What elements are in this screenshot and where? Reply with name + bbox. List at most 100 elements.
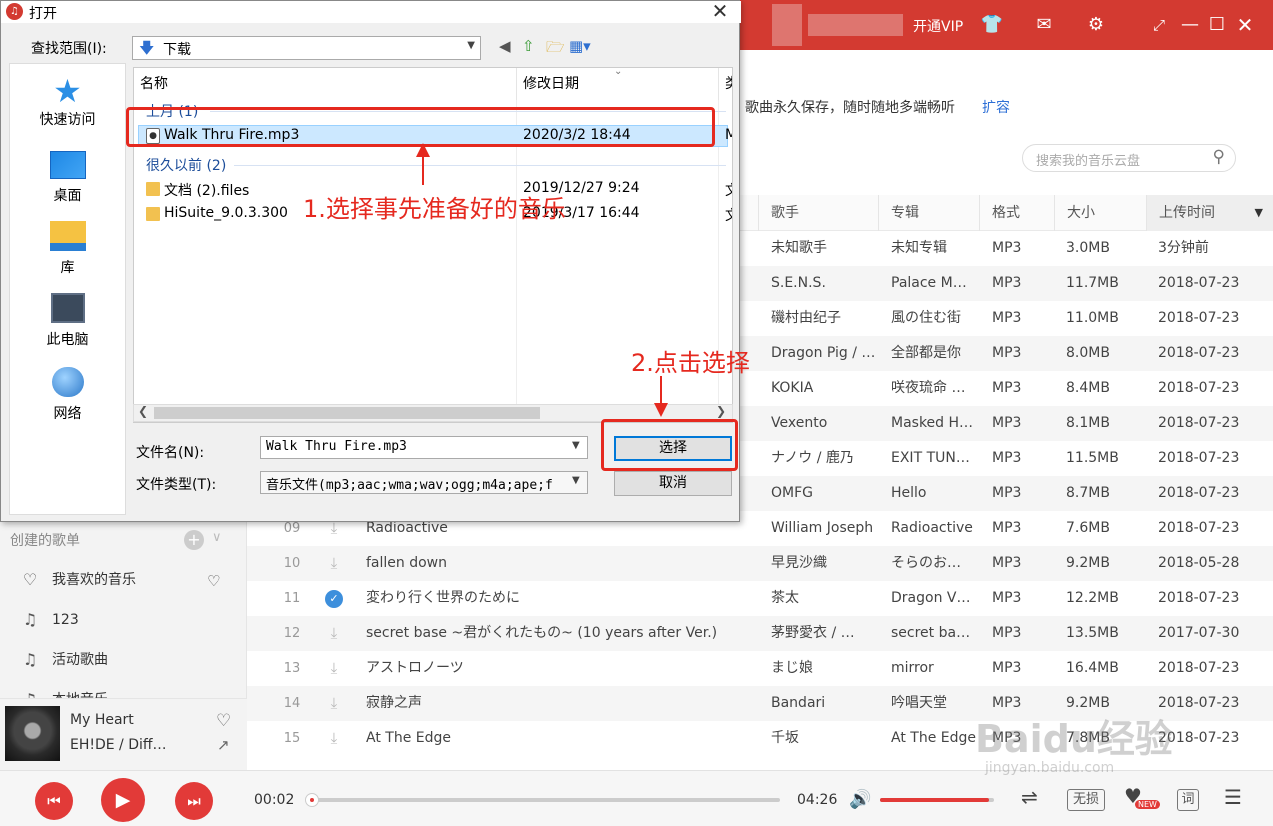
add-playlist-icon[interactable]: +: [184, 530, 204, 550]
annotation-step1: 1.选择事先准备好的音乐: [303, 195, 566, 223]
song-size: 9.2MB: [1066, 555, 1110, 571]
sidebar-item-activity-songs[interactable]: ♫ 活动歌曲: [0, 640, 247, 680]
place-this-pc[interactable]: 此电脑: [9, 293, 126, 349]
song-size: 8.7MB: [1066, 485, 1110, 501]
downloaded-check-icon[interactable]: ✓: [322, 581, 346, 616]
progress-handle[interactable]: [305, 793, 319, 807]
table-row[interactable]: 12 secret base ~君がくれたもの~ (10 years after …: [247, 616, 1273, 651]
minimize-icon[interactable]: —: [1178, 13, 1202, 37]
song-artist: Dragon Pig / …: [771, 345, 876, 361]
song-upload-time: 2018-05-28: [1158, 555, 1240, 571]
heart-mode-icon[interactable]: ♡: [207, 572, 220, 590]
song-size: 7.6MB: [1066, 520, 1110, 536]
file-type: 文: [725, 180, 732, 200]
download-icon[interactable]: ⤓: [322, 721, 346, 756]
song-title: 寂静之声: [366, 695, 422, 711]
col-type[interactable]: 类: [719, 68, 732, 100]
blurred-avatar: [772, 4, 802, 46]
song-size: 8.0MB: [1066, 345, 1110, 361]
song-album: mirror: [891, 660, 934, 676]
up-folder-icon[interactable]: ⇧: [522, 37, 535, 55]
download-icon[interactable]: ⤓: [322, 651, 346, 686]
view-menu-icon[interactable]: ▦▾: [569, 37, 591, 55]
group-long-ago[interactable]: 很久以前 (2): [146, 155, 226, 175]
song-format: MP3: [992, 275, 1022, 291]
progress-track[interactable]: [306, 798, 780, 802]
sort-desc-icon: ▼: [1254, 206, 1263, 219]
col-format[interactable]: 格式: [979, 195, 1054, 231]
sidebar-item-123[interactable]: ♫ 123: [0, 600, 247, 640]
computer-icon: [50, 293, 85, 323]
download-icon[interactable]: ⤓: [322, 546, 346, 581]
table-row[interactable]: 13 アストロノーツ まじ娘 mirror MP3 16.4MB 2018-07-23 ⤓: [247, 651, 1273, 686]
file-type: M: [725, 127, 732, 143]
annotation-arrow-line: [660, 376, 662, 406]
back-icon[interactable]: ◀: [499, 37, 511, 55]
chevron-down-icon[interactable]: ▼: [572, 440, 580, 451]
song-title: secret base ~君がくれたもの~ (10 years after Ve…: [366, 625, 718, 641]
cloud-search-input[interactable]: 搜索我的音乐云盘 ⚲: [1022, 144, 1236, 172]
col-upload-time[interactable]: 上传时间 ▼: [1146, 195, 1273, 231]
song-album: 未知专辑: [891, 240, 947, 256]
file-name[interactable]: HiSuite_9.0.3.300: [164, 205, 288, 221]
col-size[interactable]: 大小: [1054, 195, 1146, 231]
play-icon[interactable]: ▶: [101, 778, 145, 822]
sidebar-item-local-music[interactable]: ♫ 本地音乐: [0, 680, 247, 698]
place-desktop[interactable]: 桌面: [9, 151, 126, 205]
place-quick-access[interactable]: ★ 快速访问: [9, 75, 126, 129]
search-icon[interactable]: ⚲: [1213, 147, 1225, 167]
chevron-down-icon[interactable]: ∨: [212, 530, 222, 545]
skin-icon[interactable]: 👕: [980, 13, 1004, 37]
lossless-button[interactable]: 无损: [1067, 789, 1105, 811]
filetype-dropdown[interactable]: 音乐文件(mp3;aac;wma;wav;ogg;m4a;ape;f: [260, 471, 588, 494]
mini-mode-icon[interactable]: ⤢: [1147, 13, 1171, 37]
col-album[interactable]: 专辑: [878, 195, 979, 231]
shuffle-icon[interactable]: ⇌: [1021, 785, 1038, 809]
album-cover[interactable]: [5, 706, 60, 761]
song-title: アストロノーツ: [366, 660, 464, 676]
table-row[interactable]: 10 fallen down 早見沙織 そらのお… MP3 9.2MB 2018-05-28…: [247, 546, 1273, 581]
table-row[interactable]: 11 変わり行く世界のために 茶太 Dragon V… MP3 12.2MB 2018-07…: [247, 581, 1273, 616]
maximize-icon[interactable]: ☐: [1205, 13, 1229, 37]
scroll-thumb[interactable]: [154, 407, 540, 419]
download-icon[interactable]: ⤓: [322, 686, 346, 721]
chevron-down-icon[interactable]: ▼: [572, 475, 580, 486]
filetype-label: 文件类型(T):: [136, 477, 217, 493]
share-icon[interactable]: ↗: [217, 736, 230, 754]
vip-button[interactable]: 开通VIP: [913, 16, 963, 36]
dialog-titlebar: [1, 1, 741, 23]
close-app-icon[interactable]: ✕: [1233, 13, 1257, 37]
song-upload-time: 2018-07-23: [1158, 660, 1240, 676]
now-playing-title[interactable]: My Heart: [70, 712, 134, 728]
volume-icon[interactable]: 🔊: [849, 789, 871, 810]
filename-label: 文件名(N):: [136, 445, 205, 461]
col-name[interactable]: 名称: [134, 68, 517, 100]
scroll-right-icon[interactable]: ❯: [716, 404, 726, 418]
expand-capacity-link[interactable]: 扩容: [982, 97, 1010, 117]
col-artist[interactable]: 歌手: [758, 195, 878, 231]
now-playing-artist[interactable]: EH!DE / Diff…: [70, 737, 167, 753]
scroll-left-icon[interactable]: ❮: [138, 404, 148, 418]
place-network[interactable]: 网络: [9, 367, 126, 423]
new-folder-icon[interactable]: 🗁: [546, 37, 565, 62]
track-number: 12: [283, 626, 301, 641]
settings-gear-icon[interactable]: ⚙: [1084, 13, 1108, 37]
previous-track-icon[interactable]: ⏮: [35, 782, 73, 820]
dialog-close-icon[interactable]: ✕: [707, 0, 733, 23]
download-icon[interactable]: ⤓: [322, 616, 346, 651]
song-artist: OMFG: [771, 485, 813, 501]
look-in-dropdown[interactable]: 🡇 下载 ▼: [132, 36, 481, 60]
track-number: 15: [283, 731, 301, 746]
cancel-button[interactable]: 取消: [614, 471, 732, 496]
next-track-icon[interactable]: ⏭: [175, 782, 213, 820]
playlist-queue-icon[interactable]: ☰: [1224, 785, 1242, 809]
current-time: 00:02: [254, 792, 295, 808]
sidebar-item-label: 本地音乐: [52, 680, 108, 698]
song-album: Hello: [891, 485, 927, 501]
mail-icon[interactable]: ✉: [1032, 13, 1056, 37]
filename-input[interactable]: Walk Thru Fire.mp3: [260, 436, 588, 459]
lyrics-button[interactable]: 词: [1177, 789, 1199, 811]
file-name[interactable]: 文档 (2).files: [164, 180, 249, 200]
like-heart-icon[interactable]: ♡: [216, 711, 231, 731]
place-libraries[interactable]: 库: [9, 221, 126, 277]
